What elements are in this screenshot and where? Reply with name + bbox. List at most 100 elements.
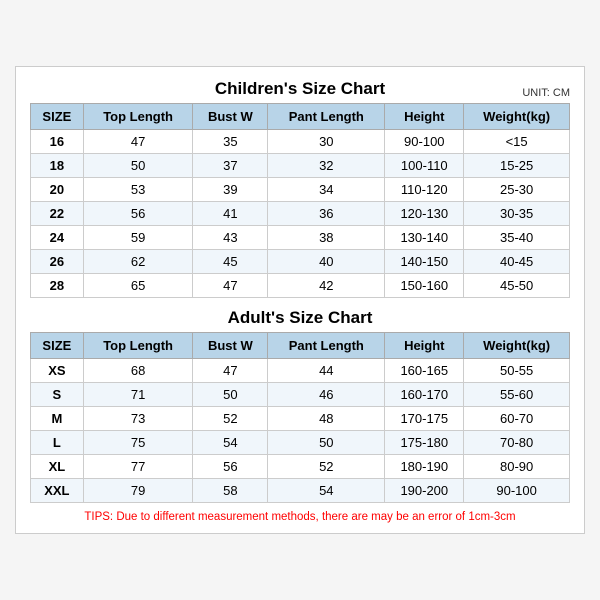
- children-col-size: SIZE: [31, 104, 84, 130]
- table-cell: 100-110: [385, 154, 464, 178]
- table-cell: 40: [268, 250, 385, 274]
- table-cell: 68: [83, 359, 193, 383]
- table-cell: 42: [268, 274, 385, 298]
- table-row: XXL795854190-20090-100: [31, 479, 570, 503]
- table-cell: XL: [31, 455, 84, 479]
- children-col-bust-w: Bust W: [193, 104, 268, 130]
- table-cell: 130-140: [385, 226, 464, 250]
- table-cell: 41: [193, 202, 268, 226]
- table-cell: 39: [193, 178, 268, 202]
- table-row: L755450175-18070-80: [31, 431, 570, 455]
- adult-title: Adult's Size Chart: [228, 308, 373, 328]
- table-row: 22564136120-13030-35: [31, 202, 570, 226]
- table-cell: 50: [193, 383, 268, 407]
- adult-col-weight: Weight(kg): [464, 333, 570, 359]
- table-cell: M: [31, 407, 84, 431]
- table-cell: 160-170: [385, 383, 464, 407]
- table-cell: 25-30: [464, 178, 570, 202]
- table-cell: 56: [83, 202, 193, 226]
- table-cell: 16: [31, 130, 84, 154]
- table-cell: 15-25: [464, 154, 570, 178]
- table-cell: 20: [31, 178, 84, 202]
- children-col-height: Height: [385, 104, 464, 130]
- table-cell: 90-100: [385, 130, 464, 154]
- children-table: SIZE Top Length Bust W Pant Length Heigh…: [30, 103, 570, 298]
- table-row: XL775652180-19080-90: [31, 455, 570, 479]
- table-cell: 54: [268, 479, 385, 503]
- table-cell: 26: [31, 250, 84, 274]
- table-cell: 52: [193, 407, 268, 431]
- table-row: S715046160-17055-60: [31, 383, 570, 407]
- children-col-pant-length: Pant Length: [268, 104, 385, 130]
- table-cell: 140-150: [385, 250, 464, 274]
- table-cell: 77: [83, 455, 193, 479]
- table-cell: 175-180: [385, 431, 464, 455]
- table-cell: 37: [193, 154, 268, 178]
- table-row: 1647353090-100<15: [31, 130, 570, 154]
- table-cell: S: [31, 383, 84, 407]
- table-cell: 56: [193, 455, 268, 479]
- table-cell: 35-40: [464, 226, 570, 250]
- table-row: 26624540140-15040-45: [31, 250, 570, 274]
- table-row: M735248170-17560-70: [31, 407, 570, 431]
- table-cell: 50: [268, 431, 385, 455]
- table-cell: 54: [193, 431, 268, 455]
- adult-col-size: SIZE: [31, 333, 84, 359]
- table-row: 20533934110-12025-30: [31, 178, 570, 202]
- table-cell: 40-45: [464, 250, 570, 274]
- table-cell: 160-165: [385, 359, 464, 383]
- table-cell: 59: [83, 226, 193, 250]
- table-cell: 71: [83, 383, 193, 407]
- table-cell: 47: [193, 274, 268, 298]
- table-cell: 80-90: [464, 455, 570, 479]
- table-cell: 53: [83, 178, 193, 202]
- table-cell: 46: [268, 383, 385, 407]
- table-cell: 45: [193, 250, 268, 274]
- table-cell: 70-80: [464, 431, 570, 455]
- children-col-weight: Weight(kg): [464, 104, 570, 130]
- table-cell: 34: [268, 178, 385, 202]
- adult-header-row: SIZE Top Length Bust W Pant Length Heigh…: [31, 333, 570, 359]
- unit-label: UNIT: CM: [522, 87, 570, 99]
- table-cell: 30: [268, 130, 385, 154]
- table-cell: 150-160: [385, 274, 464, 298]
- table-cell: 35: [193, 130, 268, 154]
- table-cell: XS: [31, 359, 84, 383]
- table-row: 24594338130-14035-40: [31, 226, 570, 250]
- table-cell: 28: [31, 274, 84, 298]
- table-cell: 45-50: [464, 274, 570, 298]
- table-cell: 75: [83, 431, 193, 455]
- table-cell: 18: [31, 154, 84, 178]
- table-cell: 170-175: [385, 407, 464, 431]
- table-cell: 47: [83, 130, 193, 154]
- adult-tbody: XS684744160-16550-55S715046160-17055-60M…: [31, 359, 570, 503]
- table-cell: 180-190: [385, 455, 464, 479]
- table-cell: 55-60: [464, 383, 570, 407]
- table-cell: 47: [193, 359, 268, 383]
- table-row: XS684744160-16550-55: [31, 359, 570, 383]
- adult-col-top-length: Top Length: [83, 333, 193, 359]
- table-cell: L: [31, 431, 84, 455]
- table-row: 18503732100-11015-25: [31, 154, 570, 178]
- children-header-row: SIZE Top Length Bust W Pant Length Heigh…: [31, 104, 570, 130]
- adult-col-pant-length: Pant Length: [268, 333, 385, 359]
- table-cell: 48: [268, 407, 385, 431]
- children-col-top-length: Top Length: [83, 104, 193, 130]
- table-cell: 110-120: [385, 178, 464, 202]
- table-cell: 50: [83, 154, 193, 178]
- table-cell: 32: [268, 154, 385, 178]
- table-cell: 79: [83, 479, 193, 503]
- children-title-row: Children's Size Chart UNIT: CM: [30, 79, 570, 99]
- table-cell: 73: [83, 407, 193, 431]
- table-cell: 52: [268, 455, 385, 479]
- children-tbody: 1647353090-100<1518503732100-11015-25205…: [31, 130, 570, 298]
- table-cell: 65: [83, 274, 193, 298]
- table-cell: 120-130: [385, 202, 464, 226]
- table-cell: 58: [193, 479, 268, 503]
- table-cell: 90-100: [464, 479, 570, 503]
- table-cell: 190-200: [385, 479, 464, 503]
- adult-col-height: Height: [385, 333, 464, 359]
- table-cell: 43: [193, 226, 268, 250]
- table-cell: 62: [83, 250, 193, 274]
- adult-col-bust-w: Bust W: [193, 333, 268, 359]
